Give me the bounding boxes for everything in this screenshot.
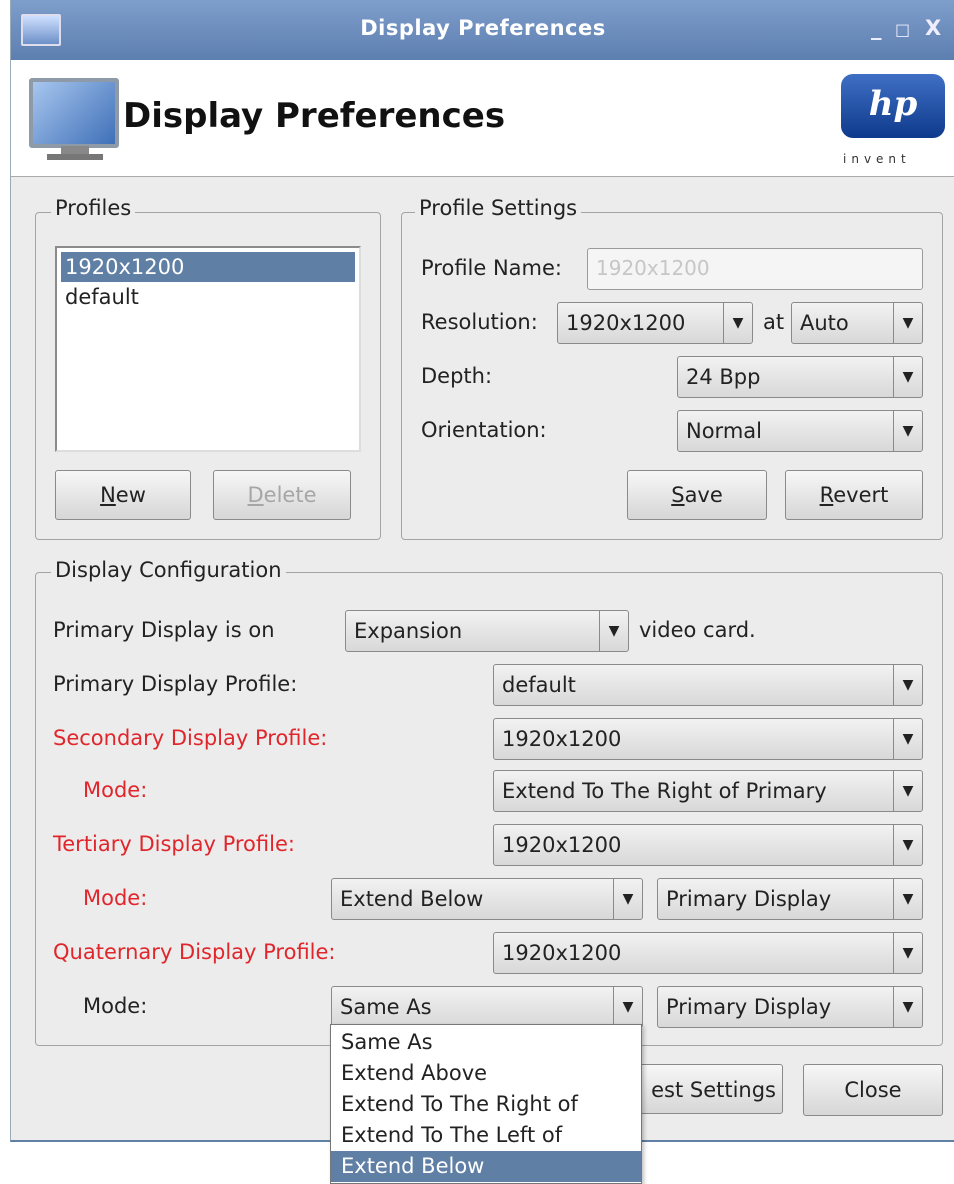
profile-item-default[interactable]: default [61,282,355,312]
secondary-profile-value: 1920x1200 [502,727,622,751]
chevron-down-icon: ▼ [893,771,922,811]
primary-video-card-select[interactable]: Expansion ▼ [345,610,629,652]
save-button[interactable]: Save [627,470,767,520]
depth-value: 24 Bpp [686,365,761,389]
display-monitor-icon [29,78,119,148]
chevron-down-icon: ▼ [893,987,922,1027]
tertiary-profile-value: 1920x1200 [502,833,622,857]
tertiary-relative-select[interactable]: Primary Display ▼ [657,878,923,920]
video-card-label: video card. [639,618,756,642]
quaternary-relative-select[interactable]: Primary Display ▼ [657,986,923,1028]
dropdown-option-extend-right[interactable]: Extend To The Right of [331,1089,641,1120]
tertiary-profile-select[interactable]: 1920x1200 ▼ [493,824,923,866]
refresh-rate-value: Auto [800,311,849,335]
profiles-list[interactable]: 1920x1200 default [55,246,361,452]
profile-name-field[interactable]: 1920x1200 [587,248,923,290]
minimize-button[interactable]: _ [871,16,882,40]
secondary-mode-label: Mode: [83,778,148,802]
delete-profile-button[interactable]: Delete [213,470,351,520]
quaternary-profile-value: 1920x1200 [502,941,622,965]
chevron-down-icon: ▼ [893,719,922,759]
tertiary-relative-value: Primary Display [666,887,832,911]
chevron-down-icon: ▼ [893,357,922,397]
tertiary-mode-select[interactable]: Extend Below ▼ [331,878,643,920]
hp-logo: hp [841,74,945,142]
secondary-profile-label: Secondary Display Profile: [53,726,328,750]
quaternary-profile-select[interactable]: 1920x1200 ▼ [493,932,923,974]
orientation-select[interactable]: Normal ▼ [677,410,923,452]
chevron-down-icon: ▼ [893,825,922,865]
dropdown-option-extend-left[interactable]: Extend To The Left of [331,1120,641,1151]
title-bar[interactable]: Display Preferences _ □ X [11,0,954,61]
display-configuration-legend: Display Configuration [51,558,286,582]
mode-dropdown-list[interactable]: Same As Extend Above Extend To The Right… [330,1024,642,1184]
dropdown-option-extend-below[interactable]: Extend Below [331,1151,641,1182]
chevron-down-icon: ▼ [893,933,922,973]
close-window-button[interactable]: X [925,16,941,40]
profile-settings-legend: Profile Settings [415,196,582,220]
hp-logo-text: hp [868,84,918,124]
new-profile-button[interactable]: New [55,470,191,520]
quaternary-profile-label: Quaternary Display Profile: [53,940,336,964]
orientation-value: Normal [686,419,762,443]
quaternary-relative-value: Primary Display [666,995,832,1019]
quaternary-mode-value: Same As [340,995,432,1019]
orientation-label: Orientation: [421,418,547,442]
test-settings-label: est Settings [651,1078,776,1102]
quaternary-mode-label: Mode: [83,994,148,1018]
close-button[interactable]: Close [803,1064,943,1116]
resolution-select[interactable]: 1920x1200 ▼ [557,302,753,344]
depth-select[interactable]: 24 Bpp ▼ [677,356,923,398]
chevron-down-icon: ▼ [599,611,628,651]
tertiary-mode-label: Mode: [83,886,148,910]
profiles-legend: Profiles [51,196,136,220]
primary-video-card-value: Expansion [354,619,463,643]
refresh-rate-select[interactable]: Auto ▼ [791,302,923,344]
depth-label: Depth: [421,364,493,388]
tertiary-mode-value: Extend Below [340,887,484,911]
display-preferences-window: Display Preferences _ □ X Display Prefer… [10,0,954,1142]
window-title: Display Preferences [360,16,606,40]
resolution-label: Resolution: [421,310,538,334]
chevron-down-icon: ▼ [893,879,922,919]
chevron-down-icon: ▼ [723,303,752,343]
page-title: Display Preferences [123,96,506,136]
chevron-down-icon: ▼ [613,987,642,1027]
chevron-down-icon: ▼ [893,411,922,451]
at-label: at [763,310,785,334]
chevron-down-icon: ▼ [893,665,922,705]
primary-profile-value: default [502,673,576,697]
quaternary-mode-select[interactable]: Same As ▼ [331,986,643,1028]
tertiary-profile-label: Tertiary Display Profile: [53,832,295,856]
resolution-value: 1920x1200 [566,311,686,335]
dropdown-option-extend-above[interactable]: Extend Above [331,1058,641,1089]
close-label: Close [844,1078,902,1102]
maximize-button[interactable]: □ [895,20,910,39]
monitor-stand-icon [61,146,89,154]
dropdown-option-same-as[interactable]: Same As [331,1027,641,1058]
profile-name-value: 1920x1200 [596,256,710,280]
secondary-profile-select[interactable]: 1920x1200 ▼ [493,718,923,760]
primary-profile-label: Primary Display Profile: [53,672,298,696]
primary-display-on-label: Primary Display is on [53,618,275,642]
chevron-down-icon: ▼ [893,303,922,343]
secondary-mode-select[interactable]: Extend To The Right of Primary ▼ [493,770,923,812]
revert-button[interactable]: Revert [785,470,923,520]
hp-invent-tagline: invent [843,152,911,166]
profile-name-label: Profile Name: [421,256,563,280]
header-banner: Display Preferences hp invent [11,60,954,177]
secondary-mode-value: Extend To The Right of Primary [502,779,827,803]
profile-item-1920x1200[interactable]: 1920x1200 [61,252,355,282]
monitor-base-icon [47,154,103,160]
chevron-down-icon: ▼ [613,879,642,919]
primary-profile-select[interactable]: default ▼ [493,664,923,706]
